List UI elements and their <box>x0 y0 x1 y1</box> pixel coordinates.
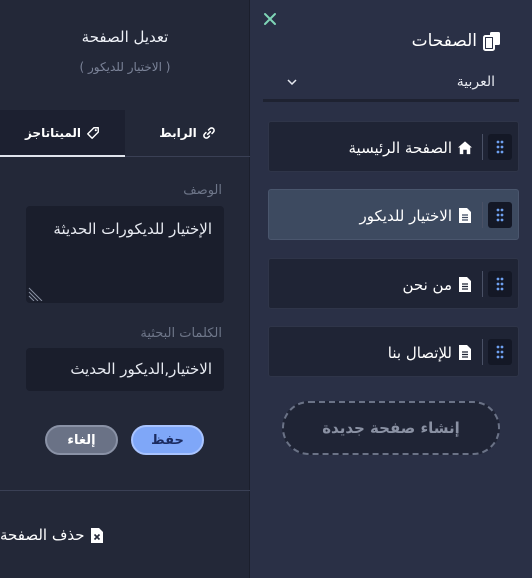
drag-dots-icon <box>496 277 504 291</box>
drag-dots-icon <box>496 208 504 222</box>
cancel-button[interactable]: إلغاء <box>45 425 118 455</box>
pages-panel: الصفحات العربية الصفحة الرئيسية الاختيار… <box>251 0 532 578</box>
drag-dots-icon <box>496 345 504 359</box>
edit-page-panel: تعديل الصفحة ( الاختيار للديكور ) الميتا… <box>0 0 250 578</box>
keywords-label: الكلمات البحثية <box>140 326 222 341</box>
pages-title-label: الصفحات <box>411 31 477 51</box>
resize-grip-icon[interactable] <box>28 287 44 301</box>
pages-copy-icon <box>483 32 500 51</box>
close-icon[interactable] <box>263 12 277 26</box>
file-icon <box>459 345 471 360</box>
edit-page-subtitle: ( الاختيار للديكور ) <box>79 60 171 74</box>
chevron-down-icon <box>287 78 297 85</box>
handle-separator <box>482 202 483 228</box>
tab-metatags-label: الميتاتاجز <box>24 125 82 140</box>
delete-file-icon <box>90 527 103 543</box>
page-item-label: من نحن <box>402 275 453 294</box>
keywords-input[interactable]: الاختيار,الديكور الحديث <box>26 348 224 391</box>
page-item-label: الصفحة الرئيسية <box>348 138 453 157</box>
page-item-about[interactable]: من نحن <box>268 258 519 309</box>
handle-separator <box>482 339 483 365</box>
page-item-decor[interactable]: الاختيار للديكور <box>268 189 519 240</box>
description-textarea[interactable]: الإختيار للديكورات الحديثة <box>26 206 224 303</box>
description-value: الإختيار للديكورات الحديثة <box>53 220 212 238</box>
keywords-value: الاختيار,الديكور الحديث <box>70 360 212 378</box>
tab-metatags[interactable]: الميتاتاجز <box>0 110 125 157</box>
language-value: العربية <box>456 73 495 90</box>
drag-handle[interactable] <box>488 271 512 297</box>
page-item-label: للإتصال بنا <box>387 343 452 362</box>
tag-icon <box>87 126 99 139</box>
drag-handle[interactable] <box>488 339 512 365</box>
handle-separator <box>482 134 483 160</box>
pages-title: الصفحات <box>412 31 501 51</box>
link-icon <box>202 127 215 139</box>
language-select[interactable]: العربية <box>263 64 519 102</box>
drag-handle[interactable] <box>488 134 512 160</box>
description-label: الوصف <box>183 183 222 198</box>
create-page-button[interactable]: إنشاء صفحة جديدة <box>282 401 500 455</box>
drag-dots-icon <box>496 140 504 154</box>
file-icon <box>459 208 471 223</box>
drag-handle[interactable] <box>488 202 512 228</box>
home-icon <box>458 141 472 155</box>
page-item-contact[interactable]: للإتصال بنا <box>268 326 519 377</box>
tab-link-label: الرابط <box>159 126 197 140</box>
delete-page-label: حذف الصفحة <box>0 526 85 544</box>
delete-page-button[interactable]: حذف الصفحة <box>0 526 232 544</box>
divider <box>0 490 250 491</box>
edit-page-title: تعديل الصفحة <box>81 28 169 46</box>
edit-tabs: الميتاتاجز الرابط <box>0 110 250 157</box>
handle-separator <box>482 271 483 297</box>
page-item-home[interactable]: الصفحة الرئيسية <box>268 121 519 172</box>
file-icon <box>459 277 471 292</box>
tab-link[interactable]: الرابط <box>125 110 250 157</box>
save-button[interactable]: حفظ <box>131 425 204 455</box>
page-item-label: الاختيار للديكور <box>359 206 453 225</box>
